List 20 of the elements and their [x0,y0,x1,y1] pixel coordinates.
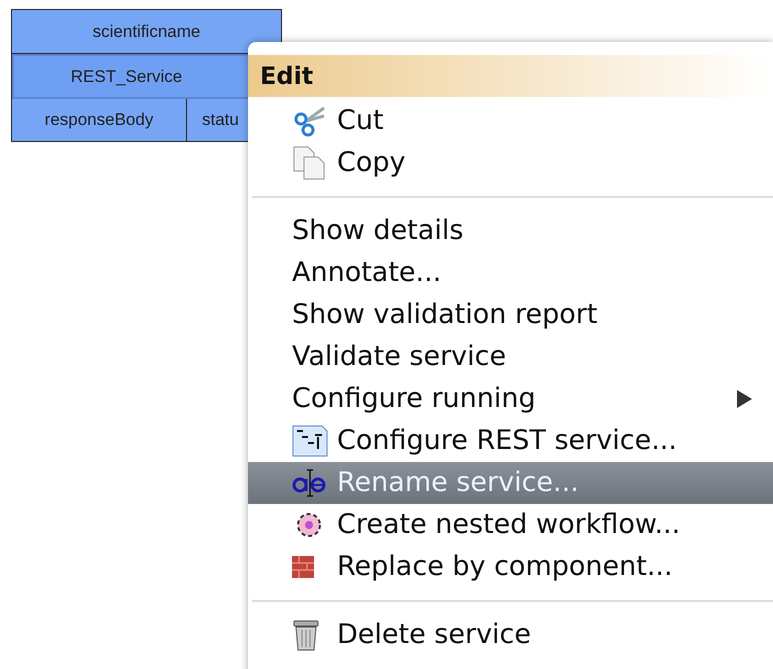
menu-item[interactable]: Annotate... [248,252,773,294]
copy-icon [292,145,326,181]
trash-icon [292,619,320,651]
submenu-arrow-icon [735,389,753,409]
menu-item[interactable]: Copy [248,142,773,184]
menu-item[interactable]: Configure REST service... [248,420,773,462]
menu-item[interactable]: Delete service [248,614,773,656]
brick-icon [292,556,314,578]
menu-item[interactable]: Create nested workflow... [248,504,773,546]
scissors-icon [292,104,326,138]
menu-item[interactable]: Show validation report [248,294,773,336]
output-port: responseBody [12,99,187,141]
document-icon [292,425,328,457]
menu-item[interactable]: Validate service [248,336,773,378]
output-port: statu [201,109,240,132]
menu-item[interactable]: Show details [248,210,773,252]
menu-item[interactable]: Cut [248,100,773,142]
text-cursor-icon [292,468,326,498]
menu-item[interactable]: Configure running [248,378,773,420]
menu-item[interactable]: Replace by component... [248,546,773,588]
